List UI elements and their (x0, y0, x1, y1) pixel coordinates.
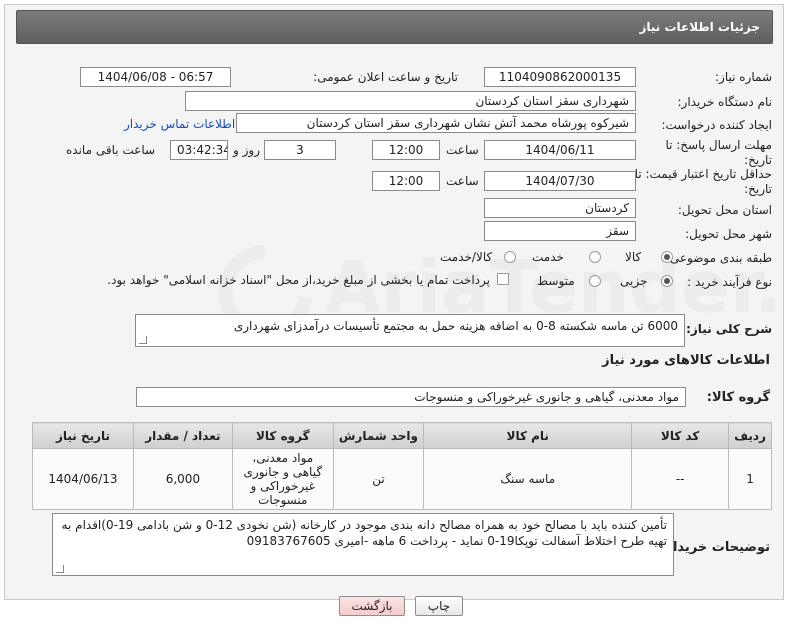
col-header-row-num: ردیف (728, 422, 772, 449)
category-service-radio[interactable] (589, 251, 601, 263)
announce-label: تاریخ و ساعت اعلان عمومی: (313, 70, 458, 84)
col-header-group: گروه کالا (231, 422, 334, 449)
category-service-label: خدمت (532, 250, 564, 264)
remaining-time-field: 03:42:34 (170, 140, 228, 160)
col-header-quantity: تعداد / مقدار (132, 422, 233, 449)
process-medium-label: متوسط (537, 274, 575, 288)
treasury-payment-checkbox[interactable] (497, 273, 509, 285)
cell-row-num: 1 (728, 448, 772, 510)
category-both-label: کالا/خدمت (440, 250, 493, 264)
need-number-label: شماره نیاز: (715, 70, 772, 84)
table-row: 1 -- ماسه سنگ تن مواد معدنی، گیاهی و جان… (32, 448, 772, 510)
col-header-code: کد کالا (631, 422, 730, 449)
province-field: کردستان (484, 198, 636, 218)
requester-field: شیرکوه پورشاه محمد آتش نشان شهرداری سقز … (236, 113, 636, 133)
category-goods-radio[interactable] (661, 251, 673, 263)
deadline-time-field: 12:00 (372, 140, 440, 160)
back-button[interactable]: بازگشت (339, 596, 405, 616)
deadline-label: مهلت ارسال پاسخ: تا تاریخ: (665, 138, 772, 167)
goods-section-heading: اطلاعات کالاهای مورد نیاز (602, 353, 770, 368)
price-date-field: 1404/07/30 (484, 171, 636, 191)
print-button[interactable]: چاپ (415, 596, 463, 616)
buyer-notes-label: توضیحات خریدار: (660, 540, 770, 555)
table-header-row: ردیف کد کالا نام کالا واحد شمارش گروه کا… (32, 422, 772, 449)
buyer-org-field: شهرداری سقز استان کردستان (185, 91, 636, 111)
cell-code: -- (631, 448, 730, 510)
general-desc-label: شرح کلی نیاز: (686, 322, 772, 336)
days-field: 3 (264, 140, 336, 160)
resize-handle-icon[interactable] (139, 336, 147, 344)
category-goods-label: کالا (625, 250, 642, 264)
buyer-org-label: نام دستگاه خریدار: (677, 95, 773, 109)
col-header-date: تاریخ نیاز (32, 422, 134, 449)
price-time-label: ساعت (446, 174, 479, 188)
col-header-unit: واحد شمارش (332, 422, 425, 449)
cell-unit: تن (332, 448, 425, 510)
need-number-field: 1104090862000135 (484, 67, 636, 87)
days-label: روز و (233, 143, 260, 157)
remaining-label: ساعت باقی مانده (66, 143, 156, 157)
category-both-radio[interactable] (504, 251, 516, 263)
treasury-payment-note: پرداخت تمام یا بخشی از مبلغ خرید،از محل … (107, 273, 490, 287)
requester-label: ایجاد کننده درخواست: (661, 118, 772, 132)
city-field: سقز (484, 221, 636, 241)
resize-handle-icon[interactable] (56, 565, 64, 573)
goods-group-field: مواد معدنی، گیاهی و جانوری غیرخوراکی و م… (136, 387, 686, 407)
goods-group-label: گروه کالا: (706, 390, 770, 405)
col-header-name: نام کالا (423, 422, 633, 449)
cell-group: مواد معدنی، گیاهی و جانوری غیرخوراکی و م… (231, 448, 334, 510)
buyer-notes-field: تأمین کننده باید با مصالح خود به همراه م… (52, 513, 674, 576)
process-medium-radio[interactable] (589, 275, 601, 287)
contact-buyer-link[interactable]: اطلاعات تماس خریدار (124, 117, 235, 131)
cell-quantity: 6,000 (132, 448, 233, 510)
deadline-date-field: 1404/06/11 (484, 140, 636, 160)
announce-field: 1404/06/08 - 06:57 (80, 67, 231, 87)
goods-table: ردیف کد کالا نام کالا واحد شمارش گروه کا… (32, 422, 772, 510)
page-title: جزئیات اطلاعات نیاز (16, 10, 773, 44)
cell-date: 1404/06/13 (32, 448, 134, 510)
process-label: نوع فرآیند خرید : (687, 275, 772, 289)
deadline-time-label: ساعت (446, 143, 479, 157)
category-label: طبقه بندی موضوعی: (665, 251, 772, 265)
city-label: شهر محل تحویل: (685, 227, 772, 241)
cell-name: ماسه سنگ (423, 448, 633, 510)
general-desc-field: 6000 تن ماسه شکسته 8-0 به اضافه هزینه حم… (135, 314, 685, 347)
province-label: استان محل تحویل: (677, 203, 772, 217)
process-partial-radio[interactable] (661, 275, 673, 287)
price-validity-label: حداقل تاریخ اعتبار قیمت: تا تاریخ: (634, 167, 772, 196)
price-time-field: 12:00 (372, 171, 440, 191)
process-partial-label: جزیی (620, 274, 648, 288)
